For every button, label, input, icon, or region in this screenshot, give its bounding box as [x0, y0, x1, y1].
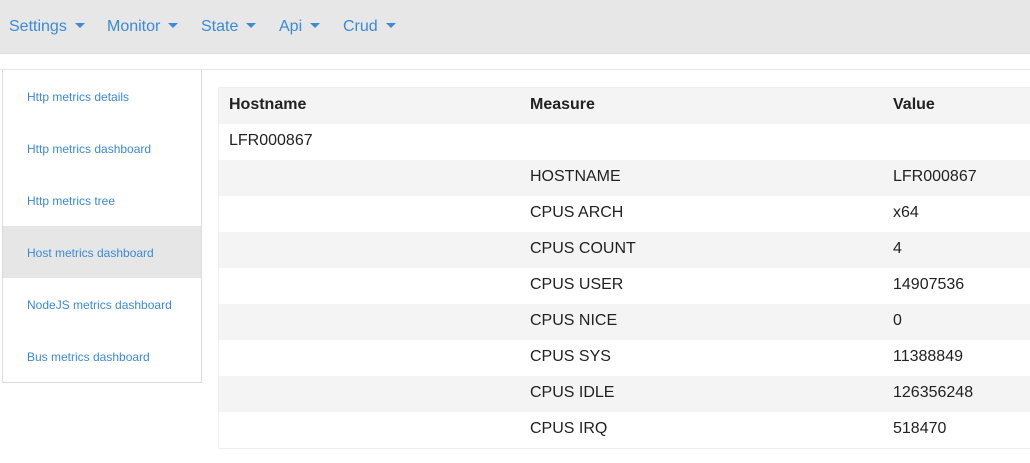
- value-cell: 4: [893, 240, 902, 257]
- top-navbar: Settings Monitor State Api Crud: [0, 0, 1030, 54]
- nav-settings-label: Settings: [9, 18, 67, 35]
- measure-cell: CPUS SYS: [530, 348, 611, 365]
- table-row: CPUS IDLE 126356248: [219, 376, 1030, 412]
- sidebar-menu: Http metrics details Http metrics dashbo…: [2, 70, 202, 383]
- table-row: CPUS NICE 0: [219, 304, 1030, 340]
- caret-down-icon: [168, 23, 179, 28]
- sidebar-item-label: Http metrics details: [27, 90, 130, 104]
- nav-state-label: State: [201, 18, 239, 35]
- table-row: CPUS IRQ 518470: [219, 412, 1030, 448]
- sidebar-item-label: Host metrics dashboard: [27, 246, 154, 260]
- sidebar-item-label: NodeJS metrics dashboard: [27, 298, 172, 312]
- header-value: Value: [893, 96, 935, 113]
- value-cell: 11388849: [893, 348, 963, 365]
- measure-cell: CPUS NICE: [530, 312, 618, 329]
- nav-api-label: Api: [279, 18, 303, 35]
- value-cell: 518470: [893, 420, 947, 437]
- nav-monitor-label: Monitor: [107, 18, 161, 35]
- caret-down-icon: [246, 23, 257, 28]
- sidebar-item-label: Bus metrics dashboard: [27, 350, 150, 364]
- nav-api-dropdown[interactable]: Api: [279, 0, 321, 53]
- nav-crud-dropdown[interactable]: Crud: [343, 0, 396, 53]
- sidebar-item-bus-metrics-dashboard[interactable]: Bus metrics dashboard: [3, 330, 201, 382]
- sidebar-item-nodejs-metrics-dashboard[interactable]: NodeJS metrics dashboard: [3, 278, 201, 330]
- nav-monitor-dropdown[interactable]: Monitor: [107, 0, 179, 53]
- measure-cell: CPUS COUNT: [530, 240, 636, 257]
- sidebar-item-host-metrics-dashboard[interactable]: Host metrics dashboard: [3, 226, 201, 278]
- nav-settings-dropdown[interactable]: Settings: [9, 0, 85, 53]
- table-header-row: Hostname Measure Value: [219, 88, 1030, 124]
- nav-state-dropdown[interactable]: State: [201, 0, 257, 53]
- measure-cell: CPUS ARCH: [530, 204, 624, 221]
- measure-cell: CPUS IRQ: [530, 420, 608, 437]
- value-cell: 0: [893, 312, 902, 329]
- measure-cell: CPUS USER: [530, 276, 624, 293]
- header-hostname: Hostname: [229, 96, 307, 113]
- measure-cell: CPUS IDLE: [530, 384, 615, 401]
- table-row: CPUS SYS 11388849: [219, 340, 1030, 376]
- value-cell: LFR000867: [893, 168, 977, 185]
- sidebar-item-http-metrics-dashboard[interactable]: Http metrics dashboard: [3, 122, 201, 174]
- table-row: HOSTNAME LFR000867: [219, 160, 1030, 196]
- table-row: CPUS ARCH x64: [219, 196, 1030, 232]
- measure-cell: HOSTNAME: [530, 168, 621, 185]
- value-cell: x64: [893, 204, 919, 221]
- caret-down-icon: [310, 23, 321, 28]
- host-metrics-table: Hostname Measure Value LFR000867 HOSTNAM…: [218, 87, 1030, 449]
- sidebar-item-http-metrics-tree[interactable]: Http metrics tree: [3, 174, 201, 226]
- caret-down-icon: [385, 23, 396, 28]
- hostname-cell: LFR000867: [229, 132, 313, 149]
- caret-down-icon: [74, 23, 85, 28]
- table-row: CPUS USER 14907536: [219, 268, 1030, 304]
- sidebar-item-label: Http metrics dashboard: [27, 142, 152, 156]
- sidebar-item-http-metrics-details[interactable]: Http metrics details: [3, 70, 201, 122]
- table-row: CPUS COUNT 4: [219, 232, 1030, 268]
- table-row-host: LFR000867: [219, 124, 1030, 160]
- nav-crud-label: Crud: [343, 18, 378, 35]
- value-cell: 14907536: [893, 276, 965, 293]
- header-measure: Measure: [530, 96, 595, 113]
- sidebar-item-label: Http metrics tree: [27, 194, 116, 208]
- value-cell: 126356248: [893, 384, 974, 401]
